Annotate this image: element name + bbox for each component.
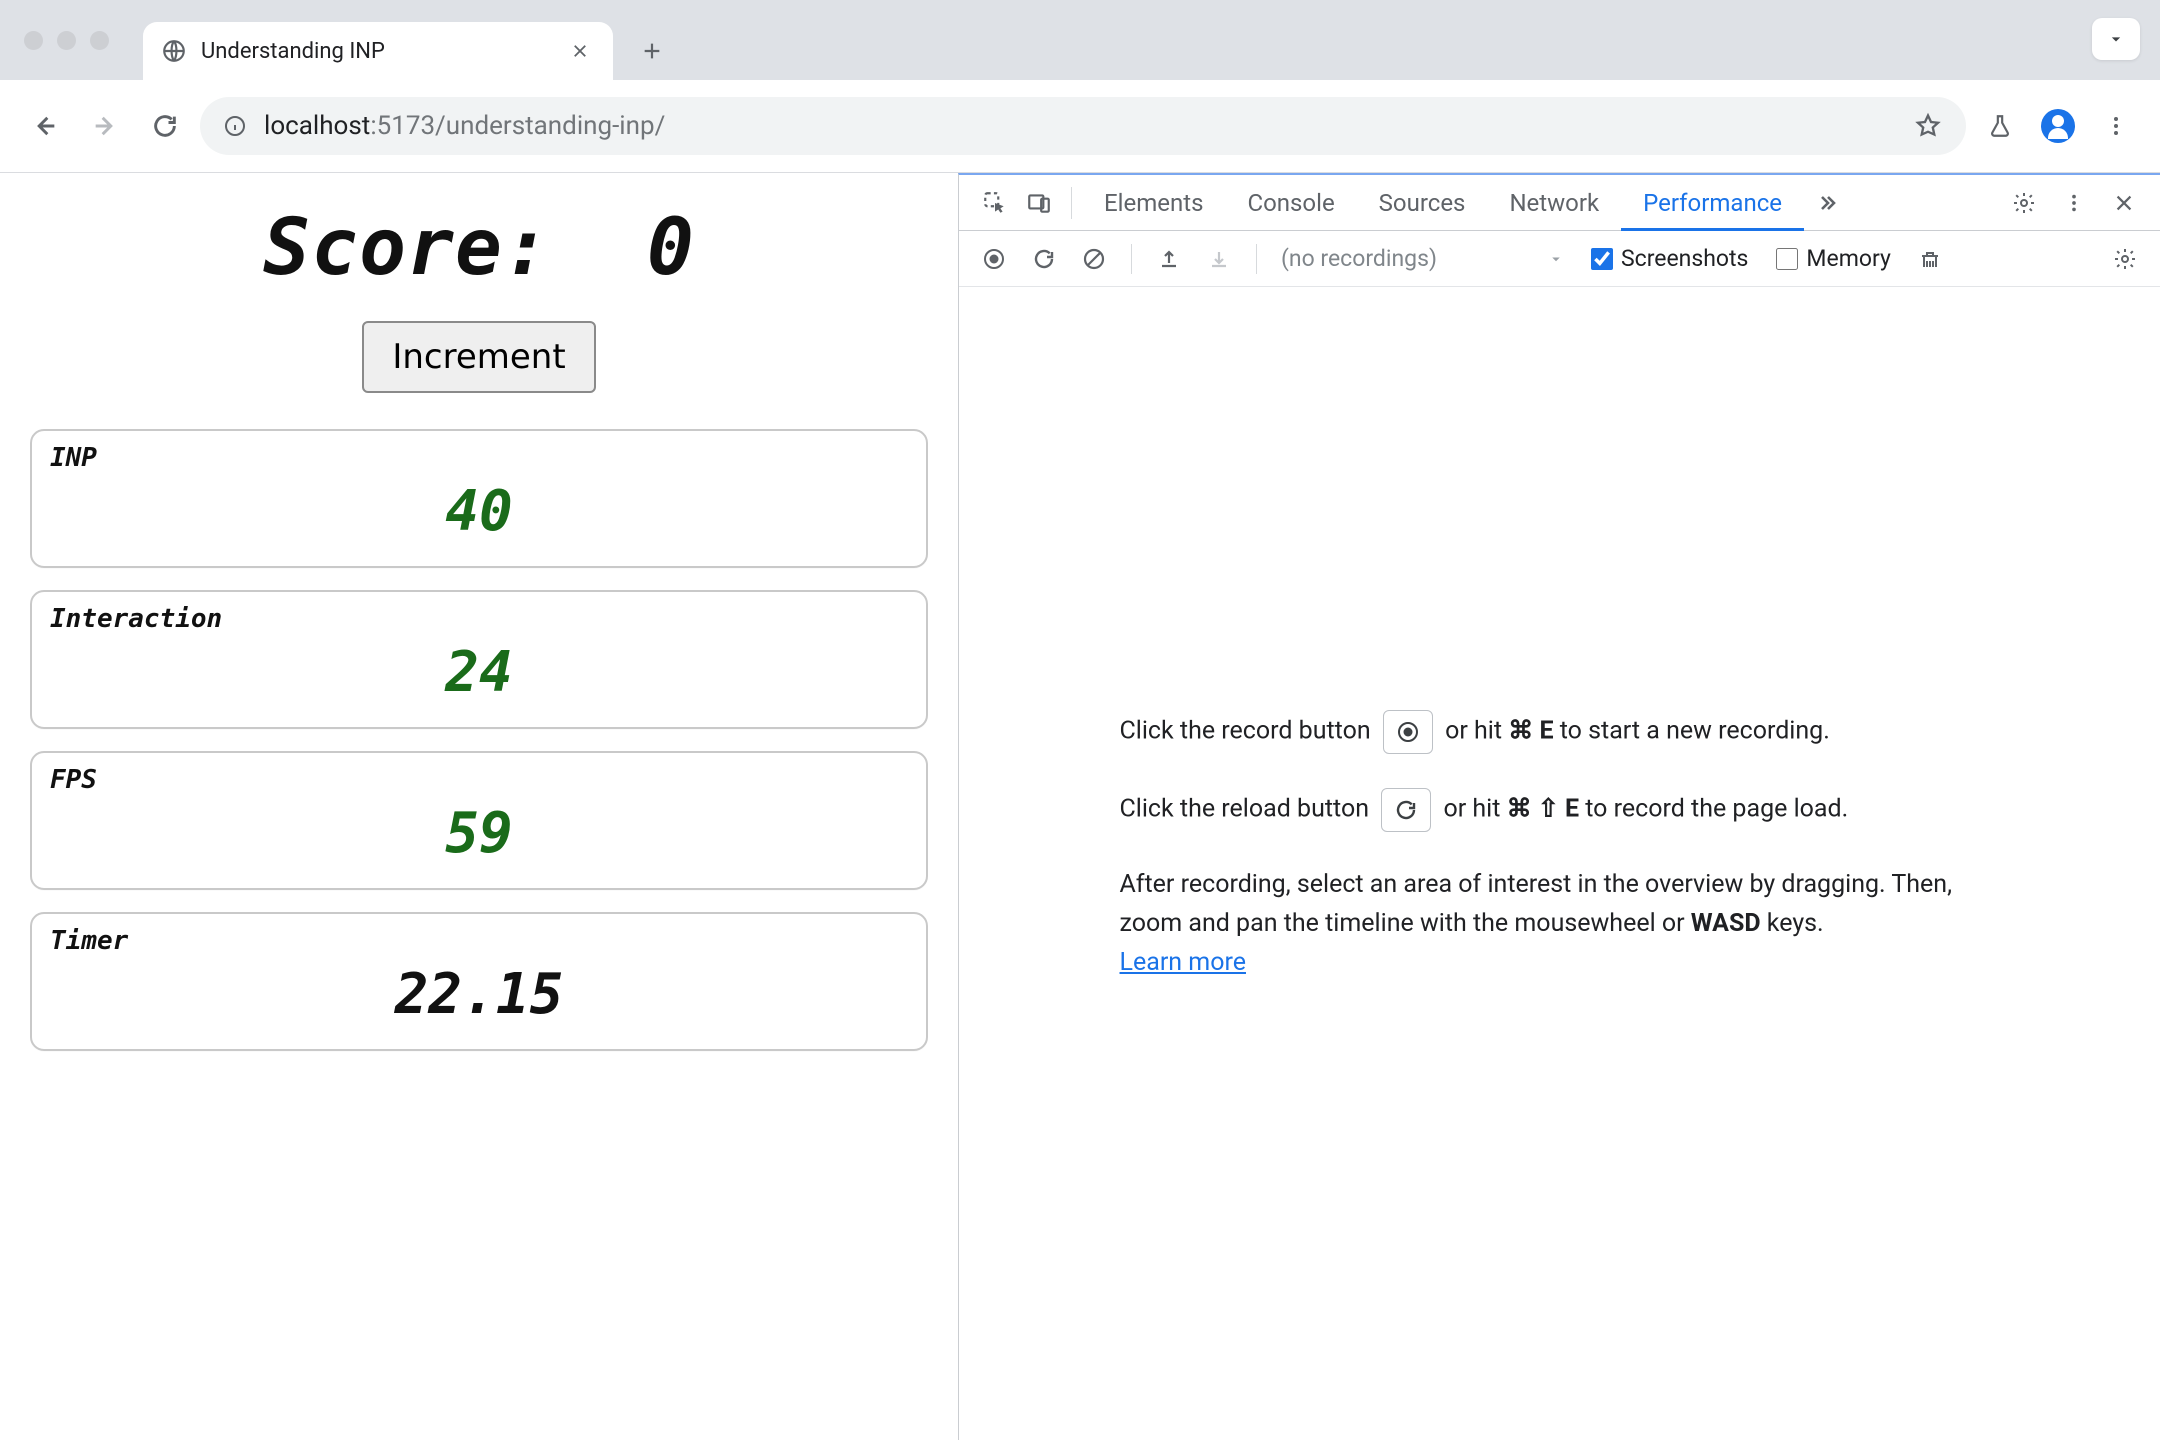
reload-icon <box>1381 788 1431 832</box>
card-fps: FPS 59 <box>30 751 928 890</box>
browser-toolbar: localhost:5173/understanding-inp/ <box>0 80 2160 173</box>
capture-settings-icon[interactable] <box>2104 238 2146 280</box>
card-timer-value: 22.15 <box>50 962 908 1027</box>
new-tab-button[interactable] <box>627 26 677 76</box>
memory-label: Memory <box>1806 245 1890 272</box>
reload-button[interactable] <box>140 101 190 151</box>
tab-performance[interactable]: Performance <box>1621 175 1804 231</box>
memory-checkbox[interactable]: Memory <box>1766 245 1900 272</box>
traffic-light-close[interactable] <box>24 31 43 50</box>
device-toggle-icon[interactable] <box>1017 181 1061 225</box>
reload-record-button[interactable] <box>1023 238 1065 280</box>
content-area: Score: 0 Increment INP 40 Interaction 24… <box>0 173 2160 1440</box>
shortcut-record: ⌘ E <box>1508 717 1553 746</box>
score-value: 0 <box>647 203 695 293</box>
record-button[interactable] <box>973 238 1015 280</box>
tab-search-button[interactable] <box>2092 18 2140 60</box>
card-interaction-label: Interaction <box>50 604 908 634</box>
screenshots-label: Screenshots <box>1621 245 1748 272</box>
card-fps-label: FPS <box>50 765 908 795</box>
url-path: :5173/understanding-inp/ <box>370 111 665 141</box>
card-interaction-value: 24 <box>50 640 908 705</box>
address-bar[interactable]: localhost:5173/understanding-inp/ <box>200 97 1966 155</box>
card-fps-value: 59 <box>50 801 908 866</box>
page-content: Score: 0 Increment INP 40 Interaction 24… <box>0 173 958 1440</box>
traffic-light-zoom[interactable] <box>90 31 109 50</box>
card-timer: Timer 22.15 <box>30 912 928 1051</box>
card-inp: INP 40 <box>30 429 928 568</box>
screenshots-checkbox[interactable]: Screenshots <box>1581 245 1758 272</box>
devtools-panel: Elements Console Sources Network Perform… <box>958 173 2160 1440</box>
performance-empty-state: Click the record button or hit ⌘ E to st… <box>959 287 2160 1440</box>
card-inp-label: INP <box>50 443 908 473</box>
browser-tab-active[interactable]: Understanding INP <box>143 22 613 80</box>
devtools-close-icon[interactable] <box>2102 181 2146 225</box>
labs-icon[interactable] <box>1976 102 2024 150</box>
back-button[interactable] <box>20 101 70 151</box>
increment-button[interactable]: Increment <box>362 321 595 393</box>
devtools-tabstrip: Elements Console Sources Network Perform… <box>959 175 2160 231</box>
devtools-menu-icon[interactable] <box>2052 181 2096 225</box>
wasd-text: WASD <box>1691 909 1761 938</box>
url-host: localhost <box>264 111 370 141</box>
browser-tab-strip: Understanding INP <box>0 0 2160 80</box>
globe-icon <box>161 38 187 64</box>
more-tabs-icon[interactable] <box>1804 181 1848 225</box>
devtools-settings-icon[interactable] <box>2002 181 2046 225</box>
chrome-menu-icon[interactable] <box>2092 102 2140 150</box>
upload-button[interactable] <box>1148 238 1190 280</box>
card-interaction: Interaction 24 <box>30 590 928 729</box>
bookmark-icon[interactable] <box>1904 112 1952 140</box>
card-timer-label: Timer <box>50 926 908 956</box>
site-info-icon[interactable] <box>222 113 248 139</box>
tab-elements[interactable]: Elements <box>1082 175 1225 231</box>
url-text: localhost:5173/understanding-inp/ <box>264 111 1888 141</box>
clear-button[interactable] <box>1073 238 1115 280</box>
learn-more-link[interactable]: Learn more <box>1120 948 1246 977</box>
tab-network[interactable]: Network <box>1487 175 1621 231</box>
help-line-2: Click the reload button or hit ⌘ ⇧ E to … <box>1120 788 2000 832</box>
traffic-light-minimize[interactable] <box>57 31 76 50</box>
window-controls <box>0 0 133 80</box>
download-button[interactable] <box>1198 238 1240 280</box>
tab-sources[interactable]: Sources <box>1357 175 1488 231</box>
forward-button[interactable] <box>80 101 130 151</box>
score-heading: Score: 0 <box>30 203 928 293</box>
performance-toolbar: (no recordings) Screenshots Memory <box>959 231 2160 287</box>
inspect-icon[interactable] <box>973 181 1017 225</box>
tab-title: Understanding INP <box>201 39 551 64</box>
collect-garbage-icon[interactable] <box>1909 238 1951 280</box>
screenshots-checkbox-input[interactable] <box>1591 248 1613 270</box>
tab-console[interactable]: Console <box>1225 175 1356 231</box>
tab-close-icon[interactable] <box>565 42 595 60</box>
recordings-select[interactable]: (no recordings) <box>1273 245 1573 272</box>
memory-checkbox-input[interactable] <box>1776 248 1798 270</box>
help-line-1: Click the record button or hit ⌘ E to st… <box>1120 710 2000 754</box>
profile-avatar[interactable] <box>2034 102 2082 150</box>
help-line-3: After recording, select an area of inter… <box>1120 866 2000 982</box>
shortcut-reload: ⌘ ⇧ E <box>1507 795 1579 824</box>
recordings-placeholder: (no recordings) <box>1281 245 1437 272</box>
record-icon <box>1383 710 1433 754</box>
score-label: Score: <box>263 203 551 293</box>
card-inp-value: 40 <box>50 479 908 544</box>
